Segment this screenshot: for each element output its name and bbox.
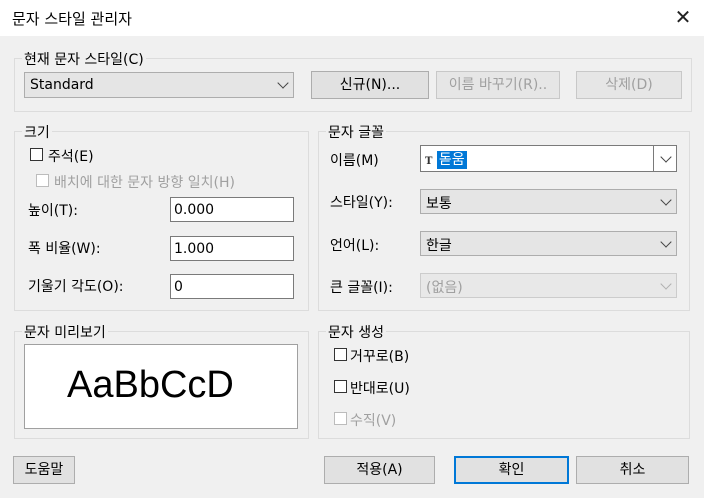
big-font-label: 큰 글꼴(I):: [330, 280, 393, 296]
new-style-button[interactable]: 신규(N)...: [311, 71, 429, 99]
window-title: 문자 스타일 관리자: [12, 10, 132, 28]
apply-button[interactable]: 적용(A): [324, 456, 435, 484]
big-font-dropdown[interactable]: (없음): [420, 273, 677, 298]
big-font-value: (없음): [426, 280, 463, 296]
ok-button[interactable]: 확인: [454, 456, 569, 484]
style-dropdown-value: Standard: [30, 77, 94, 93]
cancel-button[interactable]: 취소: [576, 456, 689, 484]
preview-sample-text: AaBbCcD: [67, 364, 234, 406]
backwards-label: 반대로(U): [350, 381, 410, 397]
upside-down-checkbox[interactable]: [334, 348, 347, 361]
font-style-value: 보통: [426, 196, 452, 212]
language-label: 언어(L):: [330, 238, 380, 254]
truetype-font-icon: T: [425, 156, 433, 167]
font-name-value: 돋움: [436, 151, 467, 169]
annotative-label: 주석(E): [48, 149, 94, 165]
chevron-down-icon: [277, 77, 289, 89]
backwards-checkbox[interactable]: [334, 380, 347, 393]
match-orientation-label: 배치에 대한 문자 방향 일치(H): [54, 175, 235, 191]
vertical-label: 수직(V): [350, 413, 397, 429]
effects-legend: 문자 생성: [326, 322, 386, 342]
chevron-down-icon: [660, 150, 672, 163]
match-orientation-checkbox[interactable]: [36, 174, 49, 187]
language-value: 한글: [426, 238, 452, 254]
font-name-dropdown[interactable]: T 돋움: [420, 145, 677, 172]
width-factor-label: 폭 비율(W):: [28, 241, 101, 257]
font-style-dropdown[interactable]: 보통: [420, 189, 677, 214]
annotative-checkbox[interactable]: [30, 148, 43, 161]
font-name-label: 이름(M): [330, 153, 379, 169]
width-factor-input[interactable]: 1.000: [170, 236, 294, 261]
size-legend: 크기: [22, 122, 52, 142]
dropdown-divider: [653, 146, 654, 171]
current-style-legend: 현재 문자 스타일(C): [22, 49, 146, 69]
oblique-angle-input[interactable]: 0: [170, 274, 294, 299]
close-icon[interactable]: ✕: [672, 6, 694, 28]
preview-box: AaBbCcD: [24, 344, 298, 429]
chevron-down-icon: [660, 277, 672, 290]
upside-down-label: 거꾸로(B): [350, 349, 410, 365]
chevron-down-icon: [660, 235, 672, 248]
height-input[interactable]: 0.000: [170, 197, 294, 222]
help-button[interactable]: 도움말: [13, 456, 75, 484]
chevron-down-icon: [660, 193, 672, 206]
preview-legend: 문자 미리보기: [22, 322, 108, 342]
rename-style-button[interactable]: 이름 바꾸기(R)..: [436, 71, 560, 99]
font-style-label: 스타일(Y):: [330, 195, 393, 211]
oblique-angle-label: 기울기 각도(O):: [28, 279, 124, 295]
delete-style-button[interactable]: 삭제(D): [576, 71, 682, 99]
style-dropdown[interactable]: Standard: [24, 72, 294, 98]
height-label: 높이(T):: [28, 203, 78, 219]
language-dropdown[interactable]: 한글: [420, 231, 677, 256]
font-legend: 문자 글꼴: [326, 122, 386, 142]
vertical-checkbox[interactable]: [334, 412, 347, 425]
